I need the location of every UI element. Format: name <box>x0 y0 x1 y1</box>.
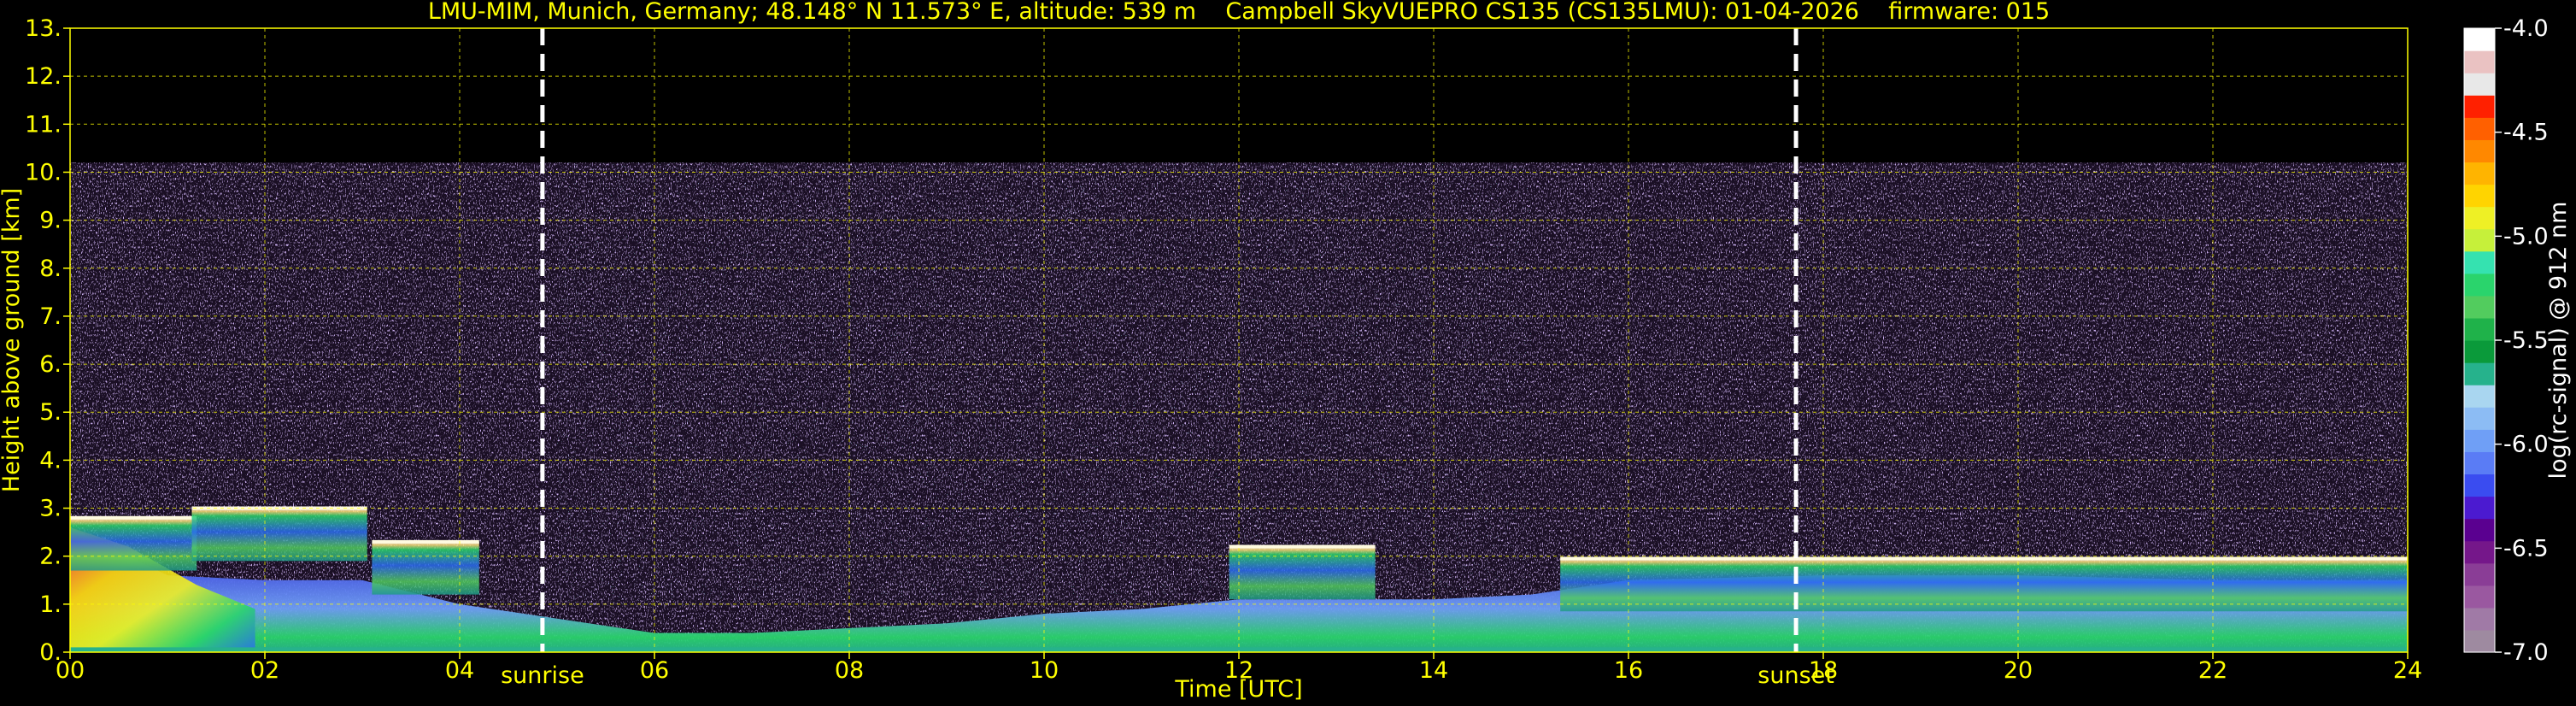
x-tick-label: 18 <box>1809 657 1838 684</box>
colorbar-swatch <box>2464 162 2495 185</box>
y-tick-label: 1. <box>39 591 62 618</box>
colorbar-tick-label: -4.5 <box>2503 120 2549 146</box>
y-tick-label: 9. <box>39 208 62 234</box>
event-label: sunrise <box>501 662 584 689</box>
colorbar-swatch <box>2464 562 2495 586</box>
colorbar: -4.0 -4.5 -5.0 -5.5 -6.0 -6.5 -7.0 <box>2463 15 2549 666</box>
colorbar-swatch <box>2464 451 2495 475</box>
x-tick-label: 02 <box>250 657 279 684</box>
x-axis-label: Time [UTC] <box>1174 676 1302 703</box>
colorbar-swatch <box>2464 540 2495 564</box>
y-tick-label: 13. <box>25 15 62 42</box>
x-tick-label: 14 <box>1419 657 1448 684</box>
x-tick-label: 24 <box>2393 657 2422 684</box>
colorbar-swatch <box>2464 206 2495 230</box>
x-tick-label: 16 <box>1614 657 1643 684</box>
colorbar-swatch <box>2464 28 2495 51</box>
colorbar-swatch <box>2464 496 2495 520</box>
x-tick-label: 22 <box>2198 657 2227 684</box>
colorbar-swatch <box>2464 295 2495 319</box>
colorbar-swatch <box>2464 73 2495 96</box>
cloud-layer <box>1229 546 1376 600</box>
y-tick-label: 12. <box>25 63 62 90</box>
cloud-layer <box>70 517 197 571</box>
y-tick-label: 7. <box>39 303 62 330</box>
y-tick-label: 2. <box>39 544 62 570</box>
colorbar-swatch <box>2464 629 2495 653</box>
colorbar-swatch <box>2464 407 2495 430</box>
colorbar-swatch <box>2464 139 2495 163</box>
colorbar-swatch <box>2464 317 2495 341</box>
colorbar-tick-label: -6.5 <box>2503 535 2549 562</box>
y-tick-label: 6. <box>39 351 62 378</box>
colorbar-swatch <box>2464 273 2495 297</box>
colorbar-swatch <box>2464 474 2495 497</box>
cloud-layer <box>191 508 367 562</box>
colorbar-swatch <box>2464 585 2495 609</box>
y-ticks: 0.1.2.3.4.5.6.7.8.9.10.11.12.13. <box>25 15 70 666</box>
x-tick-label: 04 <box>445 657 474 684</box>
colorbar-tick-label: -5.5 <box>2503 327 2549 354</box>
y-tick-label: 4. <box>39 447 62 474</box>
colorbar-swatch <box>2464 250 2495 274</box>
colorbar-tick-label: -4.0 <box>2503 15 2549 42</box>
x-tick-label: 10 <box>1030 657 1059 684</box>
colorbar-swatch <box>2464 228 2495 252</box>
colorbar-swatch <box>2464 50 2495 74</box>
colorbar-label: log(rc-signal) @ 912 nm <box>2545 202 2572 479</box>
y-tick-label: 8. <box>39 256 62 282</box>
colorbar-swatch <box>2464 429 2495 452</box>
colorbar-swatch <box>2464 518 2495 542</box>
y-tick-label: 5. <box>39 399 62 426</box>
chart-title: LMU-MIM, Munich, Germany; 48.148° N 11.5… <box>428 0 2050 25</box>
ceilometer-chart: sunrise sunset 0.1.2.3.4.5.6.7.8.9.10.11.… <box>0 0 2572 703</box>
colorbar-swatch <box>2464 184 2495 208</box>
y-tick-label: 11. <box>25 111 62 138</box>
colorbar-tick-label: -7.0 <box>2503 639 2549 666</box>
y-tick-label: 3. <box>39 496 62 522</box>
colorbar-swatch <box>2464 385 2495 408</box>
x-tick-label: 06 <box>640 657 669 684</box>
x-tick-label: 08 <box>835 657 864 684</box>
x-tick-label: 00 <box>56 657 85 684</box>
colorbar-tick-label: -5.0 <box>2503 223 2549 250</box>
y-axis-label: Height above ground [km] <box>0 188 25 492</box>
cloud-layer <box>1560 558 2408 612</box>
x-tick-label: 20 <box>2004 657 2033 684</box>
colorbar-swatch <box>2464 340 2495 363</box>
colorbar-swatch <box>2464 607 2495 631</box>
cloud-layer <box>372 541 479 595</box>
colorbar-swatch <box>2464 95 2495 118</box>
colorbar-swatch <box>2464 117 2495 140</box>
y-tick-label: 10. <box>25 159 62 185</box>
colorbar-tick-label: -6.0 <box>2503 432 2549 458</box>
colorbar-swatch <box>2464 362 2495 385</box>
